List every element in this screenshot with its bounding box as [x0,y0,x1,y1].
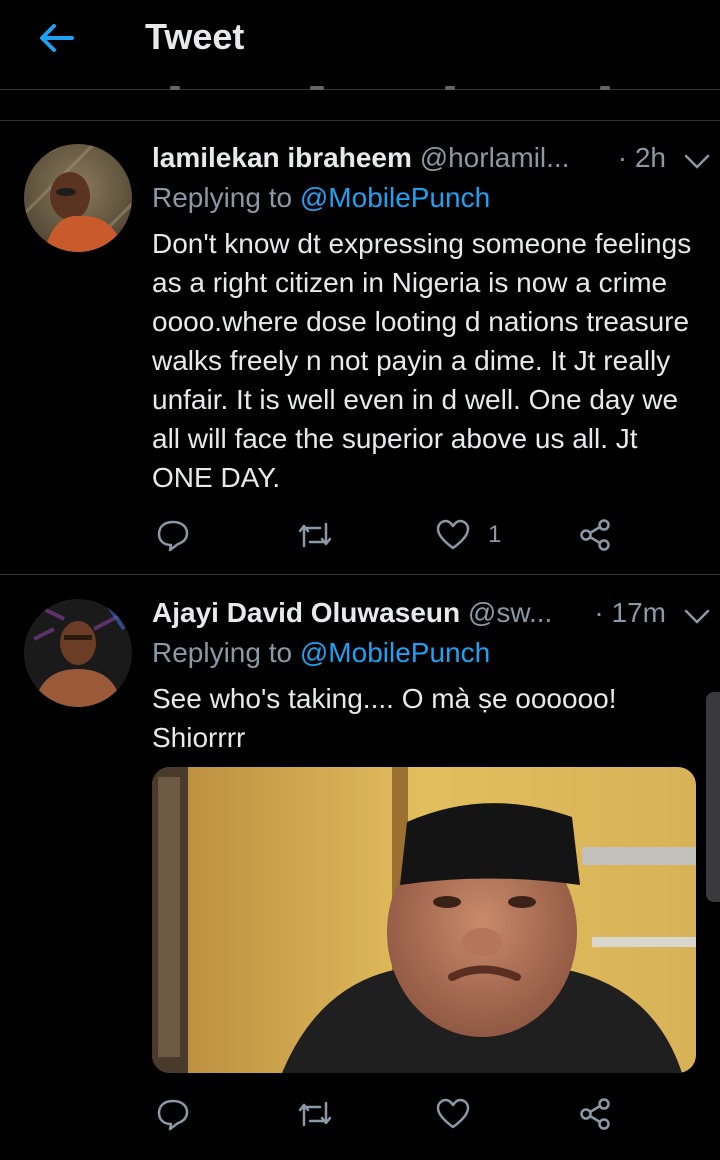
man-in-cap-photo [152,767,696,1073]
replying-to: Replying to @MobilePunch [152,182,490,214]
mention-link[interactable]: @MobilePunch [300,637,490,668]
mention-link[interactable]: @MobilePunch [300,182,490,213]
like-count: 1 [488,521,502,548]
scrollbar-handle[interactable] [706,692,720,902]
retweet-icon [298,1101,332,1127]
share-button[interactable] [578,1094,612,1134]
top-bar: Tweet [0,0,720,90]
heart-icon [436,1098,470,1129]
comment-icon [157,520,189,552]
user-handle[interactable]: @horlamil... [420,142,570,173]
tweet-actions [152,1094,692,1134]
share-button[interactable] [578,515,612,555]
avatar[interactable] [24,144,132,252]
timestamp: · 17m [594,597,666,628]
tweet-actions: 1 [152,515,692,555]
tweet-menu-button[interactable] [682,605,712,629]
user-handle[interactable]: @sw... [468,597,552,628]
retweet-button[interactable] [296,1094,334,1134]
back-button[interactable] [30,16,82,60]
divider [0,120,720,121]
replying-to-label: Replying to [152,637,293,668]
tweet-menu-button[interactable] [682,150,712,174]
display-name[interactable]: lamilekan ibraheem [152,142,412,173]
chevron-down-icon [684,609,710,624]
reply-button[interactable] [156,1094,190,1134]
tweet-text: Don't know dt expressing someone feeling… [152,228,692,493]
retweet-button[interactable] [296,515,334,555]
chevron-down-icon [684,154,710,169]
timestamp: · 2h [617,142,666,173]
heart-icon [436,519,470,550]
share-icon [580,519,610,551]
comment-icon [157,1099,189,1131]
divider [0,574,720,575]
page-title: Tweet [145,16,245,57]
tweet-header: lamilekan ibraheem @horlamil... [152,142,697,182]
tweet-text: See who's taking.... O mà ṣe oooooo! Shi… [152,683,617,753]
replying-to: Replying to @MobilePunch [152,637,490,669]
avatar-photo [24,599,132,707]
reply-button[interactable] [156,515,190,555]
display-name[interactable]: Ajayi David Oluwaseun [152,597,460,628]
like-button[interactable]: 1 [436,515,501,555]
replying-to-label: Replying to [152,182,293,213]
avatar[interactable] [24,599,132,707]
avatar-photo [24,144,132,252]
tweet-1[interactable]: lamilekan ibraheem @horlamil... · 2h Rep… [0,142,720,574]
tweet-media-image[interactable] [152,767,696,1073]
share-icon [580,1098,610,1130]
previous-tweet-actions-remnant [160,86,620,94]
retweet-icon [298,522,332,548]
arrow-left-icon [40,24,74,52]
like-button[interactable] [436,1094,470,1134]
